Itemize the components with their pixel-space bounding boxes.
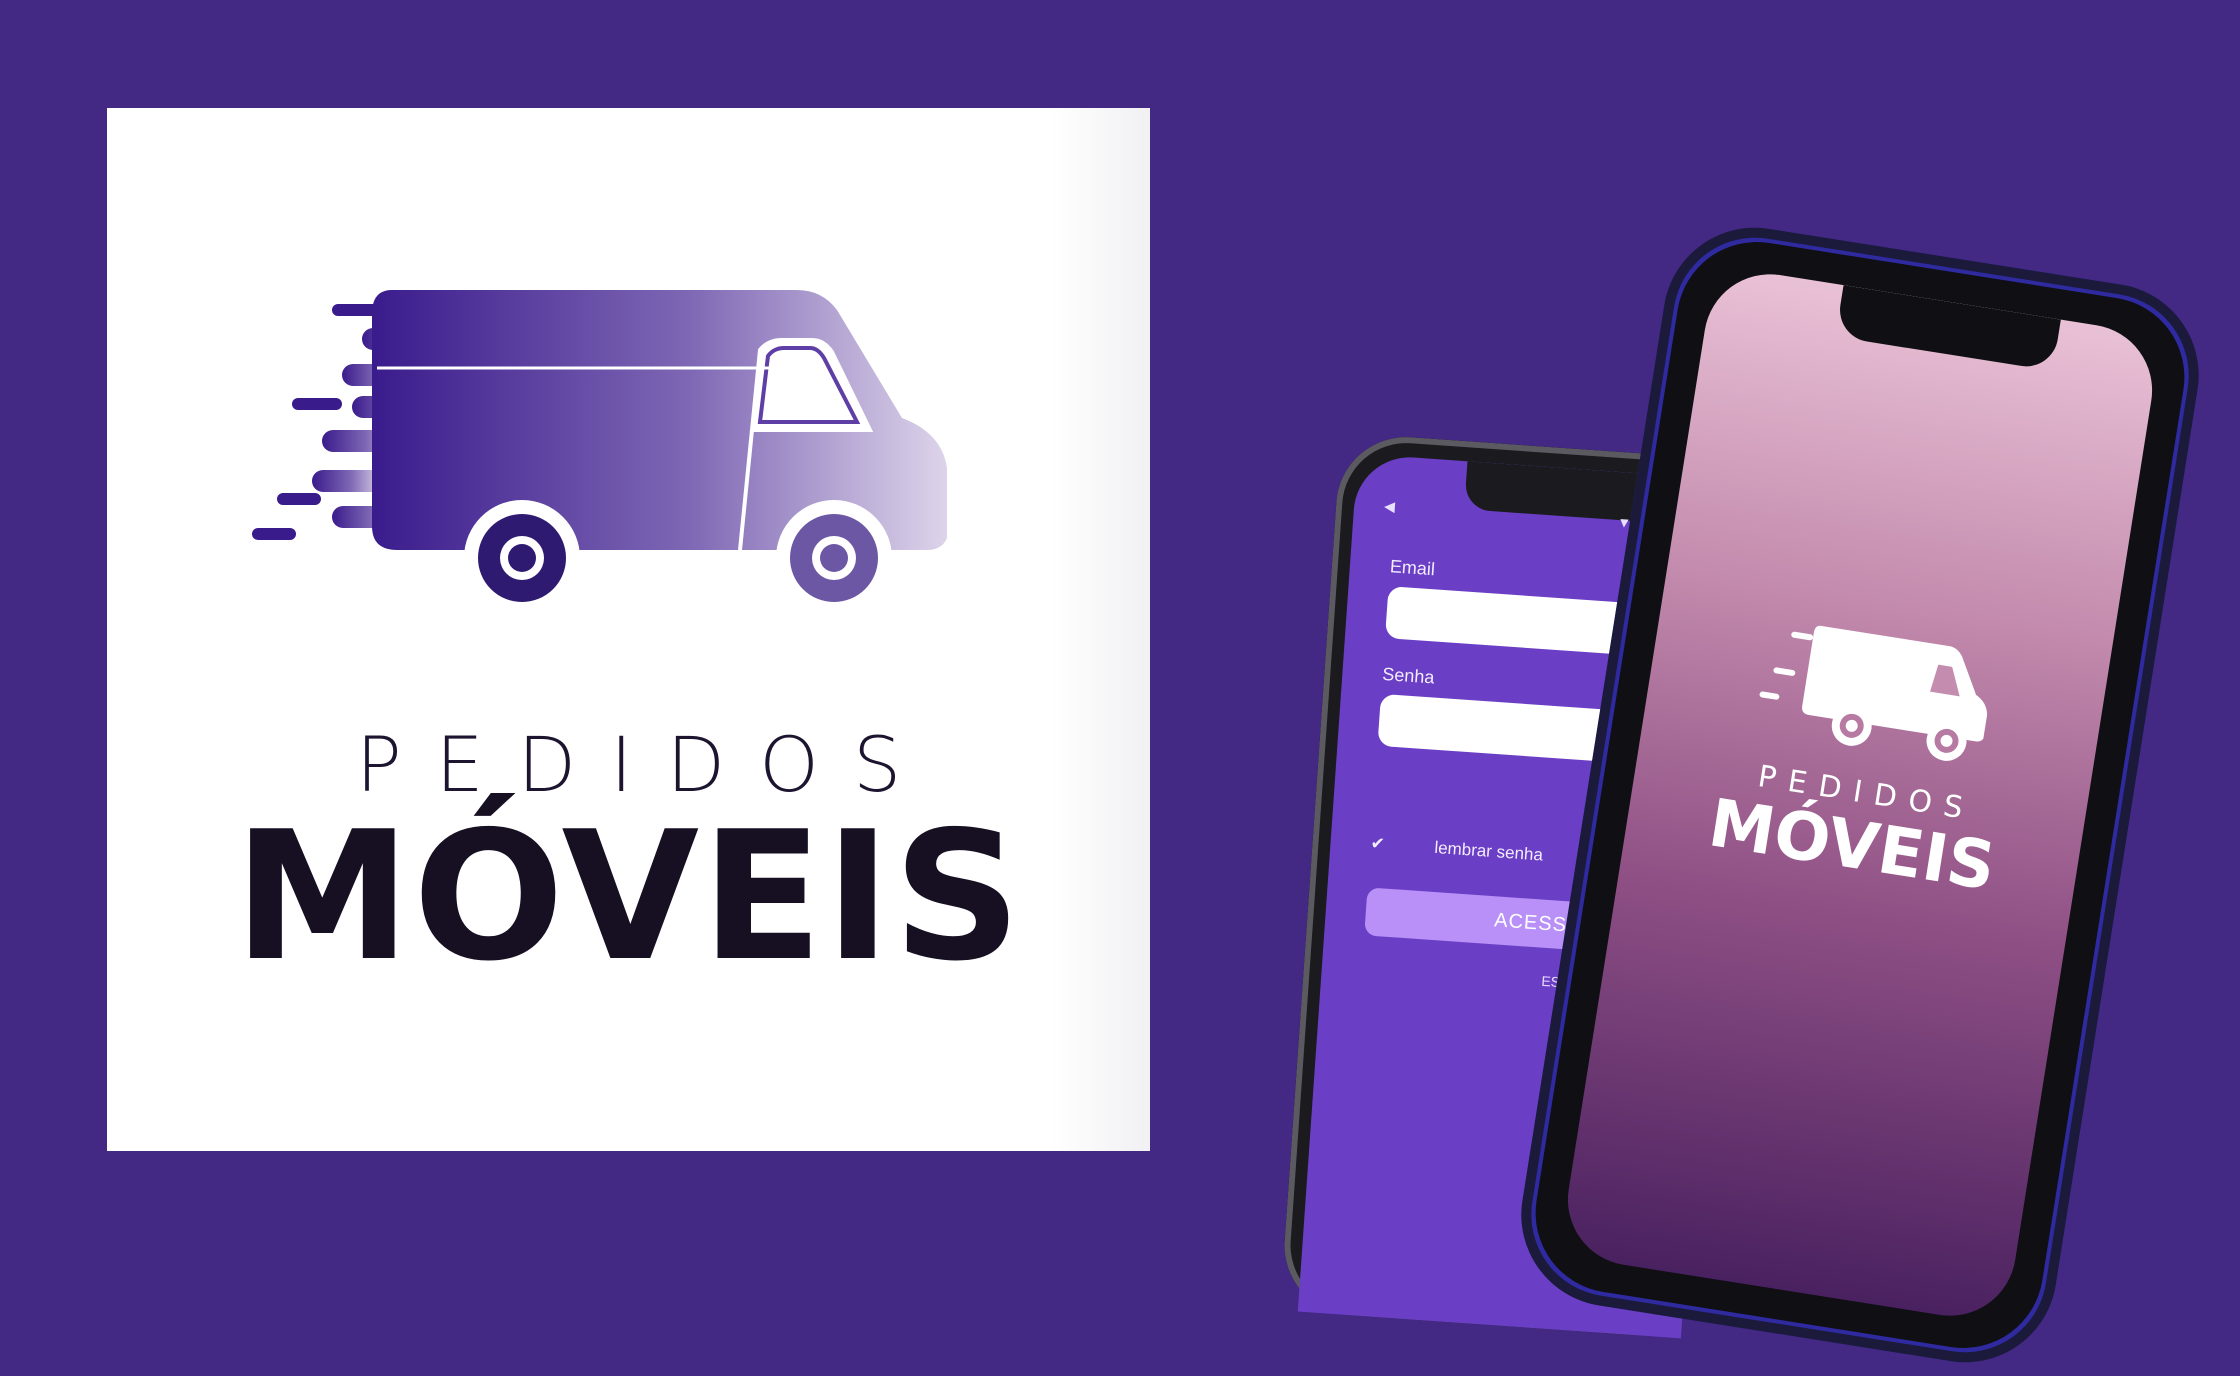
splash-logo: PEDIDOS MÓVEIS (1623, 591, 2110, 917)
remember-label: lembrar senha (1433, 837, 1544, 865)
delivery-van-icon (252, 290, 947, 616)
remember-row[interactable]: ✔ lembrar senha (1370, 833, 1544, 865)
phone-notch (1835, 285, 2061, 371)
splash-screen: PEDIDOS MÓVEIS (1558, 264, 2162, 1326)
email-label: Email (1389, 556, 1436, 580)
check-icon[interactable]: ✔ (1370, 833, 1405, 855)
password-label: Senha (1381, 663, 1436, 688)
delivery-van-icon (1759, 625, 1988, 761)
back-arrow-icon[interactable]: ◀ (1384, 498, 1396, 516)
brand-main-text: MÓVEIS (233, 793, 1024, 1000)
card-fade (1050, 108, 1150, 1151)
phone-bezel: PEDIDOS MÓVEIS (1524, 230, 2196, 1360)
phone-splash-mockup: PEDIDOS MÓVEIS (1508, 214, 2212, 1376)
logo-card: PEDIDOS MÓVEIS (107, 108, 1150, 1151)
